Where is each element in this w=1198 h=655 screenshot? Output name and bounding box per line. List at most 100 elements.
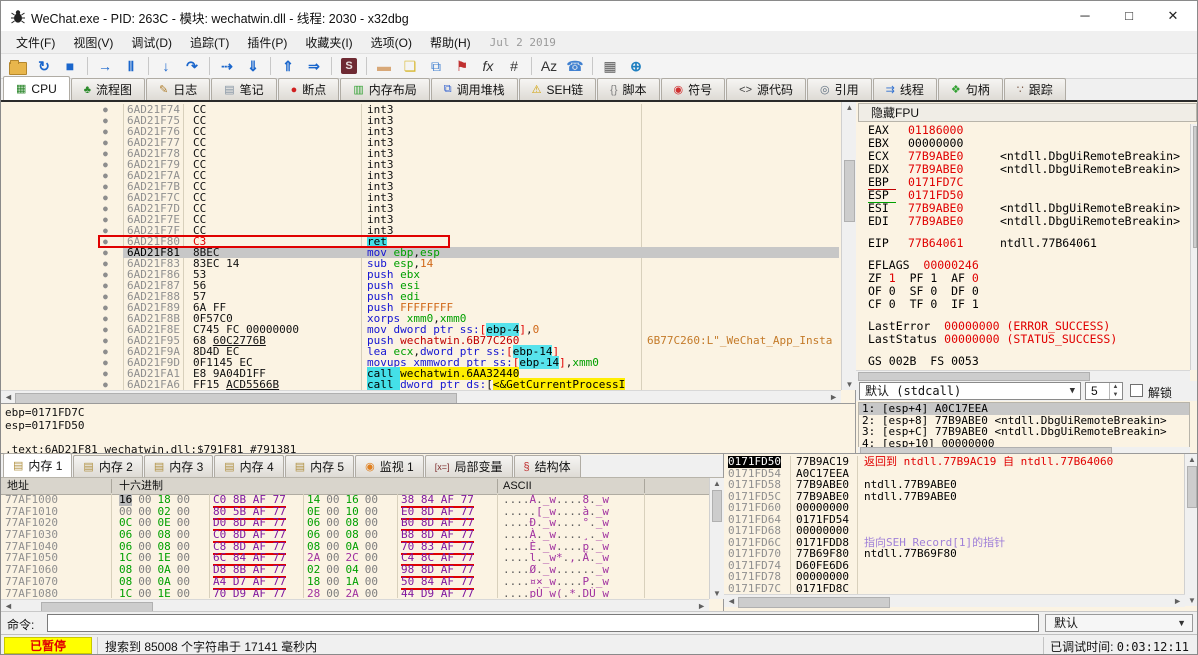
hash-icon[interactable]: #: [502, 55, 526, 77]
labels-icon[interactable]: ⧉: [424, 55, 448, 77]
breakpoint-dot[interactable]: ●: [103, 115, 108, 126]
registers-panel[interactable]: 隐藏FPU EAX01186000EBX00000000ECX77B9ABE0<…: [856, 102, 1198, 453]
tab-script[interactable]: {}脚本: [597, 78, 659, 100]
step-out-icon[interactable]: ⇑: [276, 55, 300, 77]
disasm-hscrollbar[interactable]: ◄ ►: [1, 390, 841, 404]
tab-locals[interactable]: [x=]局部变量: [425, 455, 513, 477]
hide-fpu-button[interactable]: 隐藏FPU: [858, 103, 1197, 122]
tab-symbols[interactable]: ◉符号: [661, 78, 726, 100]
flags-row[interactable]: LastStatus 00000000 (STATUS_SUCCESS): [858, 333, 1190, 346]
command-input[interactable]: [47, 614, 1039, 632]
disasm-row[interactable]: ●6AD21F80C3ret: [1, 236, 841, 247]
tab-notes[interactable]: ▤笔记: [211, 78, 276, 100]
breakpoint-dot[interactable]: ●: [103, 203, 108, 214]
stack-row[interactable]: 0171FD6000000000: [724, 502, 1185, 514]
menu-文件F[interactable]: 文件(F): [7, 32, 64, 53]
breakpoint-dot[interactable]: ●: [103, 335, 108, 346]
stack-row[interactable]: 0171FD7800000000: [724, 571, 1185, 583]
minimize-button[interactable]: ─: [1063, 1, 1107, 31]
tab-mem3[interactable]: ▤内存 3: [144, 455, 213, 477]
scroll-thumb[interactable]: [1187, 466, 1197, 508]
tab-mem4[interactable]: ▤内存 4: [214, 455, 283, 477]
scroll-thumb[interactable]: [858, 372, 1090, 381]
restart-icon[interactable]: ↻: [32, 55, 56, 77]
breakpoint-dot[interactable]: ●: [103, 247, 108, 258]
stack-panel[interactable]: 0171FD5077B9AC19返回到 ntdll.77B9AC19 自 ntd…: [724, 453, 1198, 611]
stack-row[interactable]: 0171FD7C0171FD8C: [724, 583, 1185, 595]
step-into-icon[interactable]: ↓: [154, 55, 178, 77]
maximize-button[interactable]: □: [1107, 1, 1151, 31]
tab-breakpoints[interactable]: ●断点: [278, 78, 340, 100]
tab-memory-map[interactable]: ▥内存布局: [340, 78, 429, 100]
breakpoint-dot[interactable]: ●: [103, 368, 108, 379]
menu-选项O[interactable]: 选项(O): [362, 32, 421, 53]
tab-cpu[interactable]: ▦CPU: [3, 76, 70, 100]
stack-row[interactable]: 0171FD6800000000: [724, 525, 1185, 537]
breakpoint-dot[interactable]: ●: [103, 137, 108, 148]
disasm-vscrollbar[interactable]: ▲ ▼: [841, 102, 857, 390]
breakpoint-dot[interactable]: ●: [103, 324, 108, 335]
title-bar[interactable]: WeChat.exe - PID: 263C - 模块: wechatwin.d…: [1, 1, 1197, 32]
tab-handles[interactable]: ❖句柄: [938, 78, 1003, 100]
registers-vscrollbar[interactable]: [1190, 124, 1198, 370]
breakpoint-dot[interactable]: ●: [103, 302, 108, 313]
execute-till-return-icon[interactable]: ⇢: [215, 55, 239, 77]
command-profile-select[interactable]: 默认 ▼: [1045, 614, 1193, 632]
functions-icon[interactable]: fx: [476, 55, 500, 77]
comments-icon[interactable]: ❏: [398, 55, 422, 77]
run-icon[interactable]: →: [93, 55, 117, 77]
stack-row[interactable]: 0171FD5877B9ABE0ntdll.77B9ABE0: [724, 479, 1185, 491]
breakpoint-dot[interactable]: ●: [103, 291, 108, 302]
tab-source[interactable]: <>源代码: [726, 78, 806, 100]
menu-帮助H[interactable]: 帮助(H): [421, 32, 480, 53]
menu-追踪T[interactable]: 追踪(T): [181, 32, 238, 53]
argument-row[interactable]: 1: [esp+4] A0C17EEA: [859, 403, 1189, 415]
menu-插件P[interactable]: 插件(P): [238, 32, 296, 53]
register-row[interactable]: EDI77B9ABE0<ntdll.DbgUiRemoteBreakin>: [858, 215, 1190, 228]
unlock-checkbox[interactable]: [1130, 384, 1143, 397]
disasm-row[interactable]: ●6AD21FA6FF15 ACD5566Bcall dword ptr ds:…: [1, 379, 841, 390]
terminate-icon[interactable]: ■: [58, 55, 82, 77]
breakpoint-dot[interactable]: ●: [103, 170, 108, 181]
strings-icon[interactable]: Az: [537, 55, 561, 77]
tab-log[interactable]: ✎日志: [146, 78, 210, 100]
stack-row[interactable]: 0171FD7077B69F80ntdll.77B69F80: [724, 548, 1185, 560]
run-to-user-code-icon[interactable]: ⇒: [302, 55, 326, 77]
menu-视图V[interactable]: 视图(V): [64, 32, 122, 53]
argument-depth-stepper[interactable]: 5 ▲▼: [1085, 382, 1123, 400]
stack-row[interactable]: 0171FD5077B9AC19返回到 ntdll.77B9AC19 自 ntd…: [724, 456, 1185, 468]
flags-row[interactable]: CF 0 TF 0 IF 1: [858, 298, 1190, 311]
calculator-icon[interactable]: ▦: [598, 55, 622, 77]
breakpoint-dot[interactable]: ●: [103, 126, 108, 137]
scroll-thumb[interactable]: [844, 160, 855, 222]
settings-s-icon[interactable]: S: [337, 55, 361, 77]
close-button[interactable]: ✕: [1151, 1, 1195, 31]
dump-vscrollbar[interactable]: ▲ ▼: [709, 478, 724, 599]
argument-row[interactable]: 3: [esp+C] 77B9ABE0 <ntdll.DbgUiRemoteBr…: [859, 426, 1189, 438]
tab-mem5[interactable]: ▤内存 5: [285, 455, 354, 477]
dump-row[interactable]: 77AF10801C001E0070 D9 AF 7728002A0044 D9…: [1, 588, 709, 599]
stack-hscrollbar[interactable]: ◄ ►: [724, 594, 1185, 607]
breakpoint-dot[interactable]: ●: [103, 192, 108, 203]
patches-icon[interactable]: ▬: [372, 55, 396, 77]
tab-graph[interactable]: ♣流程图: [71, 78, 145, 100]
tab-mem1[interactable]: ▤内存 1: [3, 453, 72, 477]
menu-调试D[interactable]: 调试(D): [122, 32, 181, 53]
memory-globe-icon[interactable]: ⊕: [624, 55, 648, 77]
tab-seh[interactable]: ⚠SEH链: [519, 78, 597, 100]
stack-row[interactable]: 0171FD74D60FE6D6: [724, 560, 1185, 572]
disassembly-panel[interactable]: ●6AD21F74CCint3●6AD21F75CCint3●6AD21F76C…: [1, 102, 856, 453]
stepper-arrows[interactable]: ▲▼: [1109, 383, 1121, 399]
tab-watch1[interactable]: ◉监视 1: [355, 455, 424, 477]
tab-mem2[interactable]: ▤内存 2: [73, 455, 142, 477]
bookmarks-icon[interactable]: ⚑: [450, 55, 474, 77]
breakpoint-dot[interactable]: ●: [103, 148, 108, 159]
breakpoint-dot[interactable]: ●: [103, 269, 108, 280]
breakpoint-dot[interactable]: ●: [103, 181, 108, 192]
breakpoint-dot[interactable]: ●: [103, 159, 108, 170]
stack-row[interactable]: 0171FD5C77B9ABE0ntdll.77B9ABE0: [724, 491, 1185, 503]
breakpoint-dot[interactable]: ●: [103, 280, 108, 291]
pause-icon[interactable]: Ⅱ: [119, 55, 143, 77]
breakpoint-dot[interactable]: ●: [103, 357, 108, 368]
breakpoint-dot[interactable]: ●: [103, 214, 108, 225]
